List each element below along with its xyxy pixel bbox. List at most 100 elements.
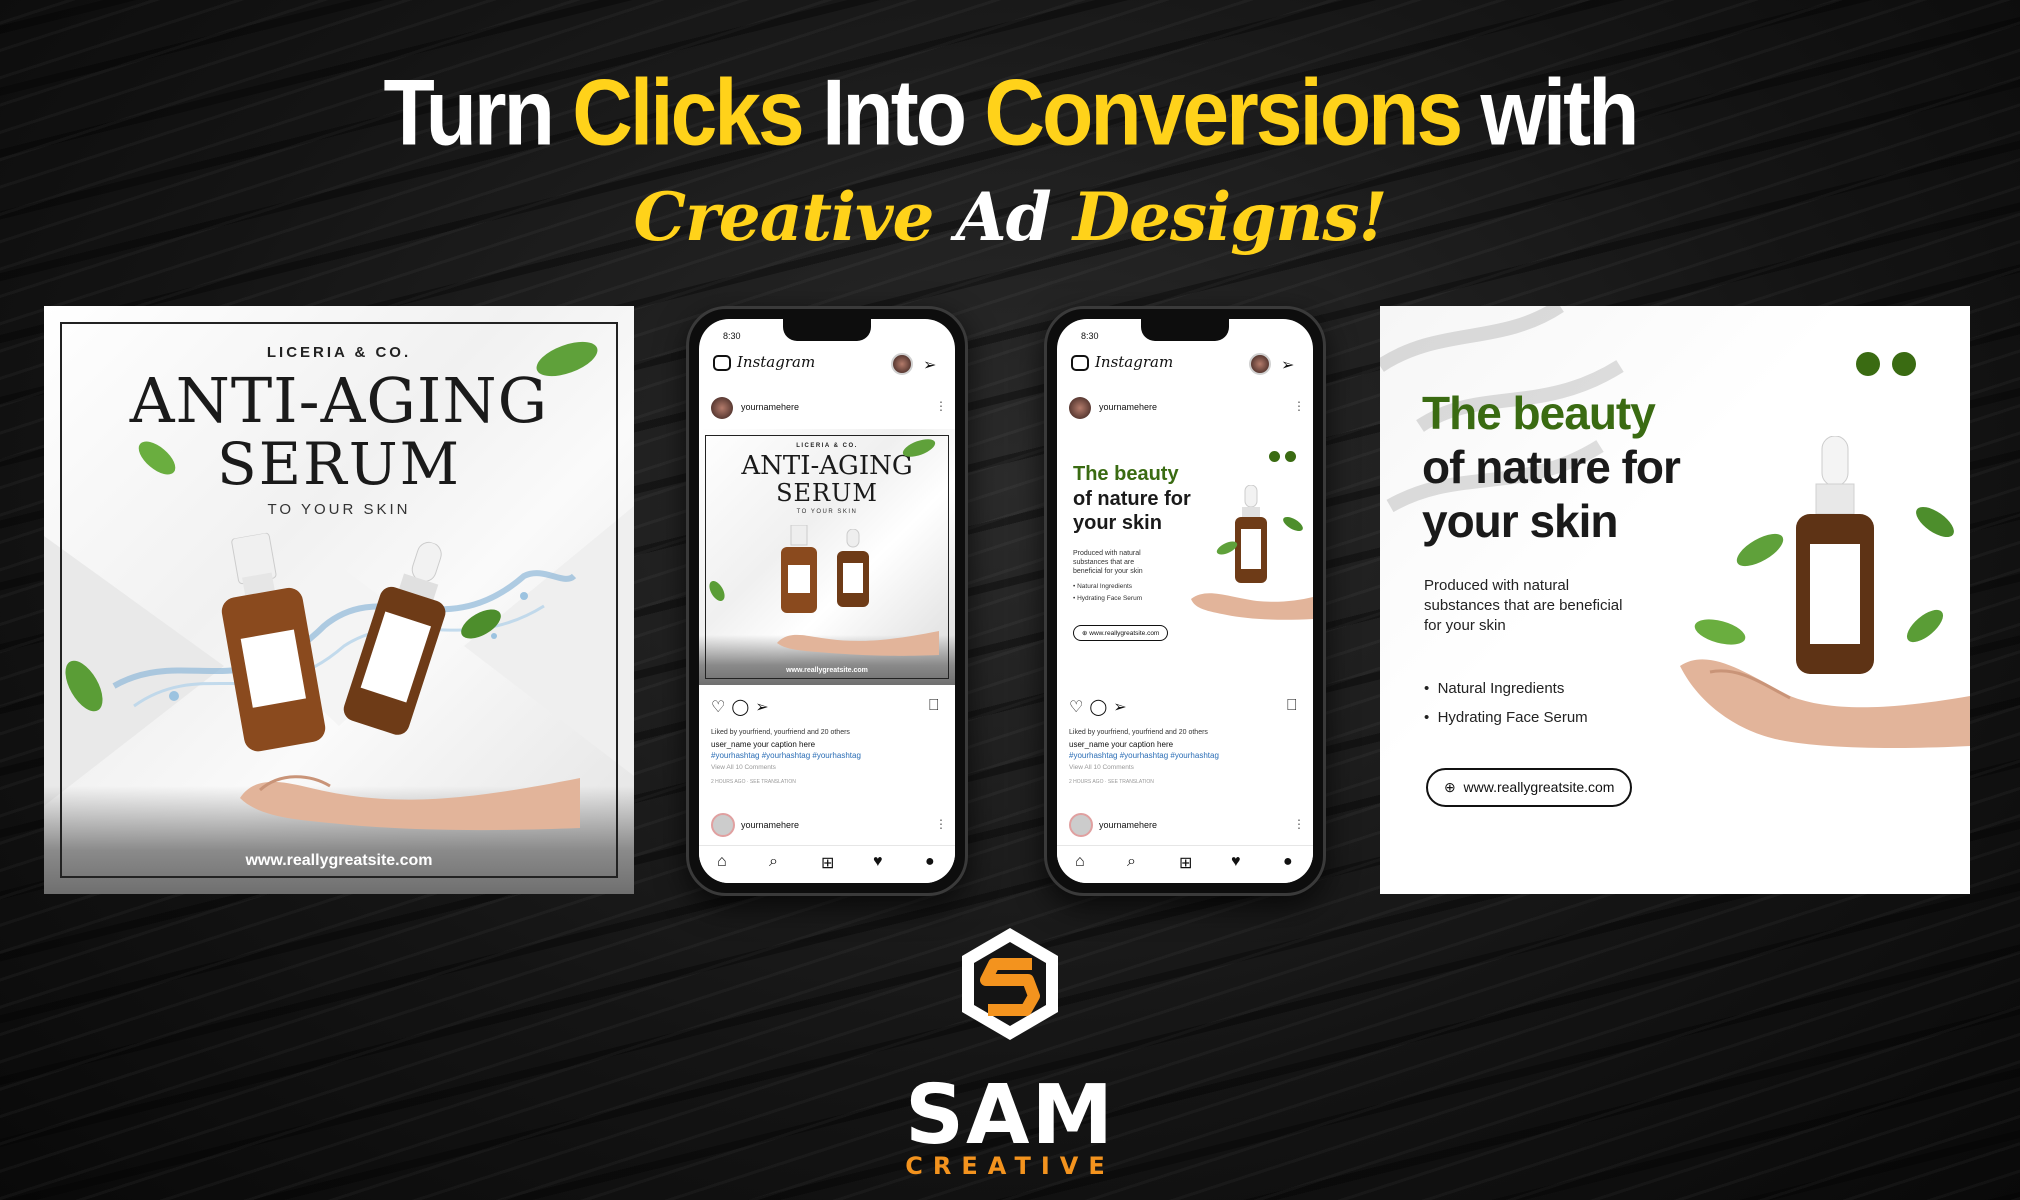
view-comments-link[interactable]: View All 10 Comments (1069, 764, 1134, 771)
send-icon[interactable]: ➢ (1281, 355, 1294, 375)
headline-highlight-word: Designs! (1072, 178, 1388, 256)
more-options-icon[interactable]: ⋮ (1293, 399, 1305, 413)
ad-title-line-2: SERUM (776, 479, 878, 507)
ad-title-line-2: of nature for your skin (1073, 488, 1191, 534)
headline-highlight-word: Creative (633, 178, 956, 256)
camera-icon[interactable] (1071, 355, 1089, 371)
heart-icon[interactable]: ♥ (1231, 853, 1241, 871)
phone-screen: 8:30 Instagram ➢ yournamehere ⋮ The beau… (1057, 319, 1313, 883)
headline-word: Into (801, 59, 985, 165)
profile-icon[interactable]: ● (925, 853, 935, 871)
phone-screen: 8:30 Instagram ➢ yournamehere ⋮ LICERIA … (699, 319, 955, 883)
ad-title-line-2: of nature for your skin (1422, 441, 1681, 547)
list-item: • Hydrating Face Serum (1424, 709, 1588, 726)
leaf-icon (1736, 533, 1784, 567)
home-icon[interactable]: ⌂ (717, 853, 727, 871)
liked-by-text: Liked by yourfriend, yourfriend and 20 o… (711, 729, 850, 736)
globe-icon: ⊕ (1082, 630, 1088, 637)
leaf-icon (902, 439, 936, 457)
post-username[interactable]: yournamehere (1099, 402, 1157, 412)
avatar[interactable] (891, 353, 913, 375)
leaf-icon (536, 341, 598, 377)
avatar[interactable] (1249, 353, 1271, 375)
phone-notch (1141, 319, 1229, 341)
bookmark-icon[interactable]: ⎕ (929, 697, 939, 715)
status-time: 8:30 (1081, 331, 1099, 341)
share-icon[interactable]: ➢ (755, 699, 774, 716)
add-icon[interactable]: ⊞ (1179, 853, 1192, 873)
search-icon[interactable]: ⌕ (769, 853, 778, 871)
more-options-icon[interactable]: ⋮ (935, 817, 947, 831)
leaf-icon (1906, 609, 1944, 643)
ad-subtitle: TO YOUR SKIN (267, 501, 411, 518)
ad-subtitle: TO YOUR SKIN (796, 509, 858, 515)
leaf-icon (1283, 517, 1303, 531)
decor-dot (1856, 352, 1880, 376)
comment-icon[interactable]: ◯ (1089, 699, 1113, 716)
leaf-icon (1916, 506, 1954, 538)
ad-title-line-1: The beauty (1073, 463, 1179, 485)
phone-mockup-right: 8:30 Instagram ➢ yournamehere ⋮ The beau… (1044, 306, 1326, 896)
avatar[interactable] (711, 813, 735, 837)
bookmark-icon[interactable]: ⎕ (1287, 697, 1297, 715)
add-icon[interactable]: ⊞ (821, 853, 834, 873)
phone-mockup-left: 8:30 Instagram ➢ yournamehere ⋮ LICERIA … (686, 306, 968, 896)
post-hashtags[interactable]: #yourhashtag #yourhashtag #yourhashtag (1069, 751, 1219, 760)
more-options-icon[interactable]: ⋮ (935, 399, 947, 413)
more-options-icon[interactable]: ⋮ (1293, 817, 1305, 831)
website-url: www.reallygreatsite.com (786, 667, 868, 674)
post-image: LICERIA & CO. ANTI-AGING SERUM TO YOUR S… (699, 429, 955, 685)
list-item: • Hydrating Face Serum (1073, 595, 1143, 602)
post-username[interactable]: yournamehere (741, 820, 799, 830)
avatar[interactable] (1069, 813, 1093, 837)
decor-dot (1285, 451, 1296, 462)
instagram-logo: Instagram (1095, 353, 1174, 371)
status-time: 8:30 (723, 331, 741, 341)
leaf-icon (709, 581, 725, 601)
list-item: • Natural Ingredients (1424, 680, 1565, 697)
logo-subtitle: CREATIVE (905, 1152, 1115, 1180)
phone-notch (783, 319, 871, 341)
logo-name: SAM (904, 1068, 1116, 1163)
search-icon[interactable]: ⌕ (1127, 853, 1136, 871)
heart-icon[interactable]: ♡ (711, 699, 731, 716)
headline-highlight-word: Clicks (572, 59, 804, 165)
avatar[interactable] (1069, 397, 1091, 419)
headline-highlight-word: Conversions (984, 59, 1463, 165)
home-icon[interactable]: ⌂ (1075, 853, 1085, 871)
camera-icon[interactable] (713, 355, 731, 371)
heart-icon[interactable]: ♥ (873, 853, 883, 871)
ad-description: Produced with natural substances that ar… (1073, 550, 1143, 575)
post-username[interactable]: yournamehere (1099, 820, 1157, 830)
profile-icon[interactable]: ● (1283, 853, 1293, 871)
dropper-bottle (1235, 485, 1267, 583)
post-actions: ♡◯➢ (711, 697, 775, 717)
post-actions: ♡◯➢ (1069, 697, 1133, 717)
liked-by-text: Liked by yourfriend, yourfriend and 20 o… (1069, 729, 1208, 736)
hand-image (1191, 593, 1313, 620)
serum-bottle (781, 525, 817, 613)
hand-image (777, 631, 939, 656)
post-caption: user_name your caption here (1069, 740, 1174, 749)
ad-feature-list: • Natural Ingredients • Hydrating Face S… (1073, 581, 1142, 605)
post-meta: 2 HOURS AGO · SEE TRANSLATION (711, 779, 796, 785)
headline-line-1: Turn Clicks Into Conversions with (0, 58, 2020, 167)
post-username[interactable]: yournamehere (741, 402, 799, 412)
website-url-button[interactable]: ⊕ www.reallygreatsite.com (1073, 625, 1169, 641)
headline-line-2: Creative Ad Designs! (0, 178, 2020, 256)
hand-image (1680, 659, 1970, 748)
send-icon[interactable]: ➢ (923, 355, 936, 375)
headline-word: with (1460, 59, 1640, 165)
decor-dot (1269, 451, 1280, 462)
website-url: www.reallygreatsite.com (245, 852, 433, 869)
avatar[interactable] (711, 397, 733, 419)
view-comments-link[interactable]: View All 10 Comments (711, 764, 776, 771)
headline-word: Ad (955, 178, 1073, 256)
website-url-button[interactable]: ⊕ www.reallygreatsite.com (1426, 768, 1633, 807)
comment-icon[interactable]: ◯ (731, 699, 755, 716)
headline-word: Turn (383, 59, 573, 165)
list-item: • Natural Ingredients (1073, 583, 1133, 590)
share-icon[interactable]: ➢ (1113, 699, 1132, 716)
post-hashtags[interactable]: #yourhashtag #yourhashtag #yourhashtag (711, 751, 861, 760)
heart-icon[interactable]: ♡ (1069, 699, 1089, 716)
